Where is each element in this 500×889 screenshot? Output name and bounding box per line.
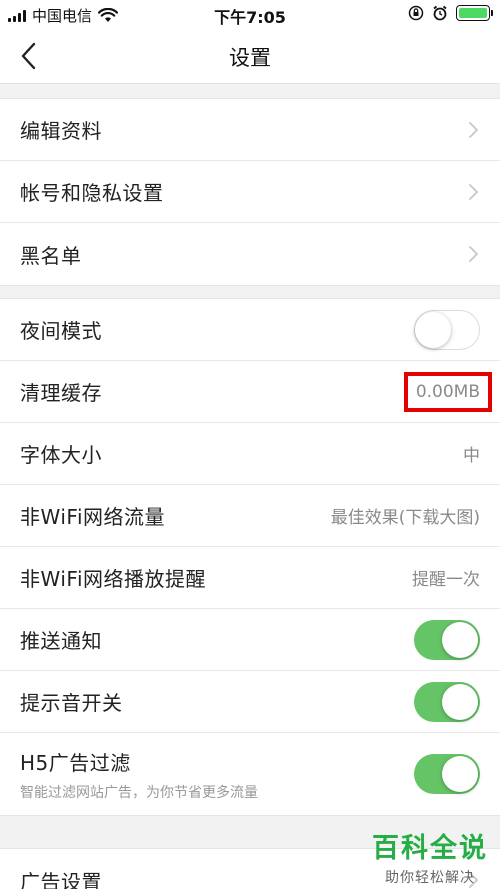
chevron-right-icon — [469, 121, 479, 138]
cache-size-value: 0.00MB — [403, 371, 492, 412]
settings-group-account: 编辑资料 帐号和隐私设置 黑名单 — [0, 98, 500, 286]
push-notification-row: 推送通知 — [0, 609, 500, 671]
rotation-lock-icon — [408, 5, 424, 21]
row-label: 清理缓存 — [20, 381, 102, 405]
non-wifi-play-row[interactable]: 非WiFi网络播放提醒 提醒一次 — [0, 547, 500, 609]
push-notification-toggle[interactable] — [414, 619, 480, 660]
night-mode-toggle[interactable] — [414, 309, 480, 350]
sound-toggle[interactable] — [414, 681, 480, 722]
row-label: 广告设置 — [20, 869, 102, 889]
night-mode-row: 夜间模式 — [0, 299, 500, 361]
row-label: 黑名单 — [20, 243, 82, 268]
row-label: 非WiFi网络播放提醒 — [20, 567, 206, 591]
font-size-value: 中 — [463, 446, 480, 466]
page-title: 设置 — [229, 46, 271, 70]
row-subtitle: 智能过滤网站广告，为你节省更多流量 — [20, 784, 258, 801]
watermark-title: 百科全说 — [372, 833, 488, 864]
edit-profile-row[interactable]: 编辑资料 — [0, 99, 500, 161]
row-label: 提示音开关 — [20, 691, 123, 715]
alarm-icon — [433, 5, 447, 21]
toggle-knob — [442, 756, 478, 792]
font-size-row[interactable]: 字体大小 中 — [0, 423, 500, 485]
battery-fill — [459, 8, 487, 18]
watermark-logo: 百科全说 助你轻松解决 — [372, 826, 488, 887]
toggle-knob — [442, 621, 478, 658]
sound-row: 提示音开关 — [0, 671, 500, 733]
blacklist-row[interactable]: 黑名单 — [0, 223, 500, 285]
row-label: 夜间模式 — [20, 319, 102, 343]
non-wifi-traffic-value: 最佳效果(下载大图) — [330, 508, 480, 528]
non-wifi-play-value: 提醒一次 — [412, 570, 480, 590]
row-label: 字体大小 — [20, 443, 102, 467]
clear-cache-row[interactable]: 清理缓存 0.00MB — [0, 361, 500, 423]
h5-ad-filter-row: H5广告过滤 智能过滤网站广告，为你节省更多流量 — [0, 733, 500, 815]
row-label: H5广告过滤 — [20, 750, 131, 775]
settings-group-general: 夜间模式 清理缓存 0.00MB 字体大小 中 非WiFi网络流量 最佳效果(下… — [0, 298, 500, 816]
battery-icon — [456, 5, 493, 21]
status-bar: 中国电信 下午7:05 — [0, 0, 500, 28]
chevron-right-icon — [469, 183, 479, 200]
h5-ad-filter-toggle[interactable] — [414, 754, 480, 794]
row-label: 推送通知 — [20, 629, 102, 653]
status-right — [408, 5, 493, 21]
row-label: 非WiFi网络流量 — [20, 505, 165, 529]
navigation-bar: 设置 — [0, 28, 500, 84]
row-label: 帐号和隐私设置 — [20, 181, 164, 205]
row-label: 编辑资料 — [20, 119, 102, 143]
account-privacy-row[interactable]: 帐号和隐私设置 — [0, 161, 500, 223]
non-wifi-traffic-row[interactable]: 非WiFi网络流量 最佳效果(下载大图) — [0, 485, 500, 547]
watermark-subtitle: 助你轻松解决 — [385, 870, 475, 886]
toggle-knob — [442, 683, 478, 720]
chevron-right-icon — [469, 246, 479, 262]
toggle-knob — [415, 311, 451, 348]
